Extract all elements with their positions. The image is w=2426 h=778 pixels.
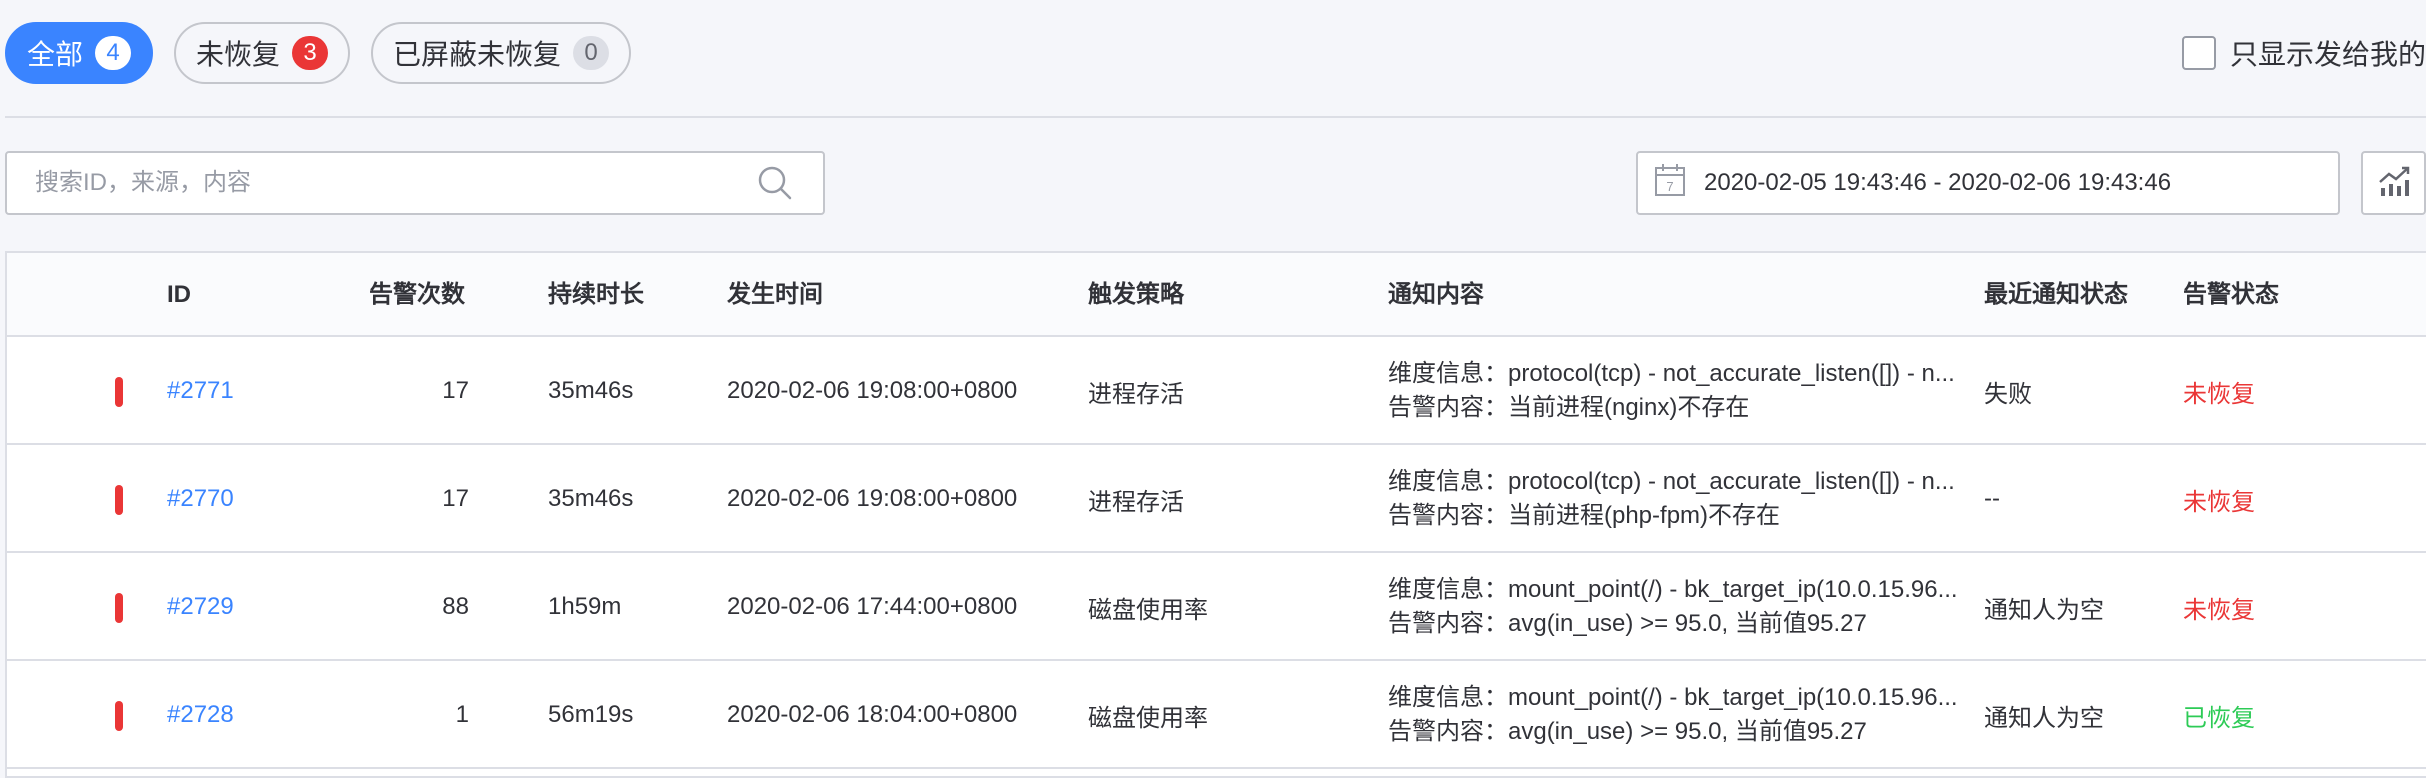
occur-time: 2020-02-06 17:44:00+0800 xyxy=(727,593,1018,620)
table-row[interactable]: #2728 1 56m19s 2020-02-06 18:04:00+0800 … xyxy=(7,661,2426,769)
alarm-count: 17 xyxy=(442,485,469,512)
alarm-status: 未恢复 xyxy=(2183,596,2255,624)
search-icon[interactable] xyxy=(755,163,795,203)
chart-icon xyxy=(2377,164,2411,203)
table-row[interactable]: #2771 17 35m46s 2020-02-06 19:08:00+0800… xyxy=(7,337,2426,445)
alarm-id-link[interactable]: #2771 xyxy=(167,377,234,405)
tab-label: 已屏蔽未恢复 xyxy=(393,39,562,70)
header-count[interactable]: 告警次数 xyxy=(369,253,465,337)
notice-content: 维度信息：protocol(tcp) - not_accurate_listen… xyxy=(1388,445,1968,553)
alarm-content: 告警内容：avg(in_use) >= 95.0, 当前值95.27 xyxy=(1388,610,1867,637)
level-indicator xyxy=(115,377,123,407)
table-row[interactable]: #2770 17 35m46s 2020-02-06 19:08:00+0800… xyxy=(7,445,2426,553)
dimension-info: 维度信息：mount_point(/) - bk_target_ip(10.0.… xyxy=(1388,684,1958,711)
strategy-name: 磁盘使用率 xyxy=(1088,596,1208,624)
header-strategy: 触发策略 xyxy=(1088,281,1184,308)
tab-unrecovered[interactable]: 未恢复 3 xyxy=(174,22,351,84)
occur-time: 2020-02-06 18:04:00+0800 xyxy=(727,701,1018,728)
header-time[interactable]: 发生时间 xyxy=(727,253,823,337)
occur-time: 2020-02-06 19:08:00+0800 xyxy=(727,485,1018,512)
count-badge: 0 xyxy=(573,36,610,70)
header-alarm-status: 告警状态 xyxy=(2183,281,2279,308)
strategy-name: 进程存活 xyxy=(1088,380,1184,408)
chart-toggle-button[interactable] xyxy=(2361,151,2426,215)
dimension-info: 维度信息：protocol(tcp) - not_accurate_listen… xyxy=(1388,360,1955,387)
level-indicator xyxy=(115,485,123,515)
count-badge: 4 xyxy=(95,36,132,70)
occur-time: 2020-02-06 19:08:00+0800 xyxy=(727,377,1018,404)
header-notice: 通知内容 xyxy=(1388,281,1484,308)
dimension-info: 维度信息：mount_point(/) - bk_target_ip(10.0.… xyxy=(1388,576,1958,603)
divider xyxy=(5,116,2426,118)
duration: 1h59m xyxy=(548,593,622,620)
date-range-value: 2020-02-05 19:43:46 - 2020-02-06 19:43:4… xyxy=(1704,169,2172,196)
duration: 35m46s xyxy=(548,485,634,512)
table-row[interactable]: #2729 88 1h59m 2020-02-06 17:44:00+0800 … xyxy=(7,553,2426,661)
duration: 56m19s xyxy=(548,701,634,728)
calendar-day: 7 xyxy=(1666,179,1673,194)
alarm-status: 未恢复 xyxy=(2183,380,2255,408)
table-header: ID 告警次数 持续时长 发生时间 触发策略 通知内容 最近通知状态 告警状态 xyxy=(7,253,2426,337)
only-mine-toggle[interactable]: 只显示发给我的 xyxy=(2182,34,2426,72)
notify-status: 失败 xyxy=(1984,380,2032,408)
dimension-info: 维度信息：protocol(tcp) - not_accurate_listen… xyxy=(1388,468,1955,495)
notice-content: 维度信息：mount_point(/) - bk_target_ip(10.0.… xyxy=(1388,553,1968,661)
notify-status: -- xyxy=(1984,485,2000,512)
alarm-id-link[interactable]: #2770 xyxy=(167,485,234,513)
tab-all[interactable]: 全部 4 xyxy=(5,22,154,84)
alarm-count: 1 xyxy=(455,701,469,728)
alarm-id-link[interactable]: #2728 xyxy=(167,701,234,729)
search-input[interactable] xyxy=(35,169,755,197)
duration: 35m46s xyxy=(548,377,634,404)
strategy-name: 进程存活 xyxy=(1088,488,1184,516)
alarm-count: 17 xyxy=(442,377,469,404)
alarm-content: 告警内容：当前进程(nginx)不存在 xyxy=(1388,394,1750,421)
tab-shielded-unrecovered[interactable]: 已屏蔽未恢复 0 xyxy=(371,22,632,84)
notice-content: 维度信息：protocol(tcp) - not_accurate_listen… xyxy=(1388,337,1968,445)
alarm-status: 未恢复 xyxy=(2183,488,2255,516)
tab-label: 未恢复 xyxy=(196,39,281,70)
alarm-content: 告警内容：当前进程(php-fpm)不存在 xyxy=(1388,502,1781,529)
alarm-id-link[interactable]: #2729 xyxy=(167,593,234,621)
only-mine-checkbox[interactable] xyxy=(2182,36,2216,70)
filter-tabs: 全部 4 未恢复 3 已屏蔽未恢复 0 xyxy=(5,22,632,84)
tab-label: 全部 xyxy=(27,39,84,70)
count-badge: 3 xyxy=(292,36,329,70)
notify-status: 通知人为空 xyxy=(1984,704,2104,732)
header-id[interactable]: ID xyxy=(167,253,191,337)
alarm-table: ID 告警次数 持续时长 发生时间 触发策略 通知内容 最近通知状态 告警状态 … xyxy=(5,251,2426,778)
level-indicator xyxy=(115,701,123,731)
header-notify-status: 最近通知状态 xyxy=(1984,281,2128,308)
alarm-content: 告警内容：avg(in_use) >= 95.0, 当前值95.27 xyxy=(1388,718,1867,745)
level-indicator xyxy=(115,593,123,623)
search-box xyxy=(5,151,825,215)
strategy-name: 磁盘使用率 xyxy=(1088,704,1208,732)
calendar-icon: 7 xyxy=(1654,163,1686,204)
alarm-count: 88 xyxy=(442,593,469,620)
date-range-picker[interactable]: 7 2020-02-05 19:43:46 - 2020-02-06 19:43… xyxy=(1636,151,2340,215)
only-mine-label: 只显示发给我的 xyxy=(2230,39,2426,70)
notify-status: 通知人为空 xyxy=(1984,596,2104,624)
alarm-status: 已恢复 xyxy=(2183,704,2255,732)
notice-content: 维度信息：mount_point(/) - bk_target_ip(10.0.… xyxy=(1388,661,1968,769)
header-duration[interactable]: 持续时长 xyxy=(548,253,644,337)
